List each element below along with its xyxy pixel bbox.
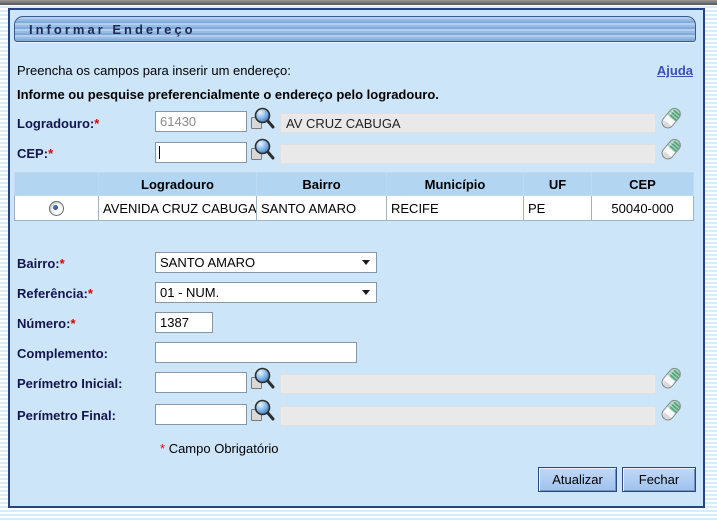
cell-cep: 50040-000: [592, 196, 694, 221]
cep-search-button[interactable]: [249, 138, 275, 164]
cell-uf: PE: [524, 196, 592, 221]
search-icon: [249, 138, 275, 164]
referencia-select[interactable]: 01 - NUM.: [155, 282, 377, 303]
perimetro-final-clear-button[interactable]: [659, 397, 685, 423]
perimetro-inicial-input[interactable]: [155, 372, 247, 393]
col-bairro: Bairro: [257, 173, 387, 196]
browser-edge-strip: [0, 0, 717, 5]
complemento-label: Complemento:: [17, 346, 108, 361]
perimetro-inicial-clear-button[interactable]: [659, 365, 685, 391]
fechar-button[interactable]: Fechar: [622, 467, 696, 492]
complemento-input[interactable]: [155, 342, 357, 363]
perimetro-inicial-name-field: [280, 374, 656, 394]
cell-bairro: SANTO AMARO: [257, 196, 387, 221]
dialog-title-bar: Informar Endereço: [14, 16, 696, 42]
table-row: AVENIDA CRUZ CABUGA SANTO AMARO RECIFE P…: [15, 196, 694, 221]
search-icon: [249, 107, 275, 133]
required-asterisk: *: [60, 256, 65, 271]
chevron-down-icon: [362, 260, 370, 265]
cep-name-field: [280, 144, 656, 164]
numero-input[interactable]: [155, 312, 213, 333]
cep-clear-button[interactable]: [659, 136, 685, 162]
atualizar-button[interactable]: Atualizar: [538, 467, 617, 492]
row-select-radio[interactable]: [49, 201, 64, 216]
table-header-row: Logradouro Bairro Município UF CEP: [15, 173, 694, 196]
numero-label: Número:*: [17, 316, 76, 331]
logradouro-search-button[interactable]: [249, 107, 275, 133]
eraser-icon: [659, 105, 685, 131]
logradouro-clear-button[interactable]: [659, 105, 685, 131]
required-asterisk: *: [88, 286, 93, 301]
perimetro-final-search-button[interactable]: [249, 399, 275, 425]
dialog-title: Informar Endereço: [15, 22, 196, 37]
help-link[interactable]: Ajuda: [657, 63, 693, 78]
informar-endereco-dialog: Informar Endereço Preencha os campos par…: [8, 8, 705, 508]
perimetro-inicial-label: Perímetro Inicial:: [17, 376, 122, 391]
perimetro-final-name-field: [280, 406, 656, 426]
bairro-select[interactable]: SANTO AMARO: [155, 252, 377, 273]
required-asterisk: *: [160, 441, 165, 456]
bairro-selected-value: SANTO AMARO: [156, 255, 362, 270]
search-icon: [249, 367, 275, 393]
eraser-icon: [659, 365, 685, 391]
required-asterisk: *: [48, 146, 53, 161]
logradouro-label: Logradouro:*: [17, 116, 99, 131]
referencia-selected-value: 01 - NUM.: [156, 285, 362, 300]
required-asterisk: *: [94, 116, 99, 131]
perimetro-inicial-search-button[interactable]: [249, 367, 275, 393]
search-icon: [249, 399, 275, 425]
referencia-label: Referência:*: [17, 286, 93, 301]
text-caret: [159, 146, 160, 159]
col-cep: CEP: [592, 173, 694, 196]
perimetro-final-label: Perímetro Final:: [17, 408, 116, 423]
required-field-note: * Campo Obrigatório: [160, 441, 279, 456]
eraser-icon: [659, 136, 685, 162]
col-municipio: Município: [387, 173, 524, 196]
bairro-label: Bairro:*: [17, 256, 65, 271]
col-select: [15, 173, 99, 196]
logradouro-name-field: AV CRUZ CABUGA: [280, 113, 656, 133]
eraser-icon: [659, 397, 685, 423]
cep-label: CEP:*: [17, 146, 53, 161]
chevron-down-icon: [362, 290, 370, 295]
col-uf: UF: [524, 173, 592, 196]
cep-input[interactable]: [155, 142, 247, 163]
col-logradouro: Logradouro: [99, 173, 257, 196]
required-asterisk: *: [70, 316, 75, 331]
cell-municipio: RECIFE: [387, 196, 524, 221]
logradouro-code-input[interactable]: [155, 111, 247, 132]
sub-instruction-text: Informe ou pesquise preferencialmente o …: [17, 87, 439, 102]
address-results-table: Logradouro Bairro Município UF CEP AVENI…: [14, 172, 694, 221]
perimetro-final-input[interactable]: [155, 404, 247, 425]
instruction-text: Preencha os campos para inserir um ender…: [17, 63, 291, 78]
cell-logradouro: AVENIDA CRUZ CABUGA: [99, 196, 257, 221]
